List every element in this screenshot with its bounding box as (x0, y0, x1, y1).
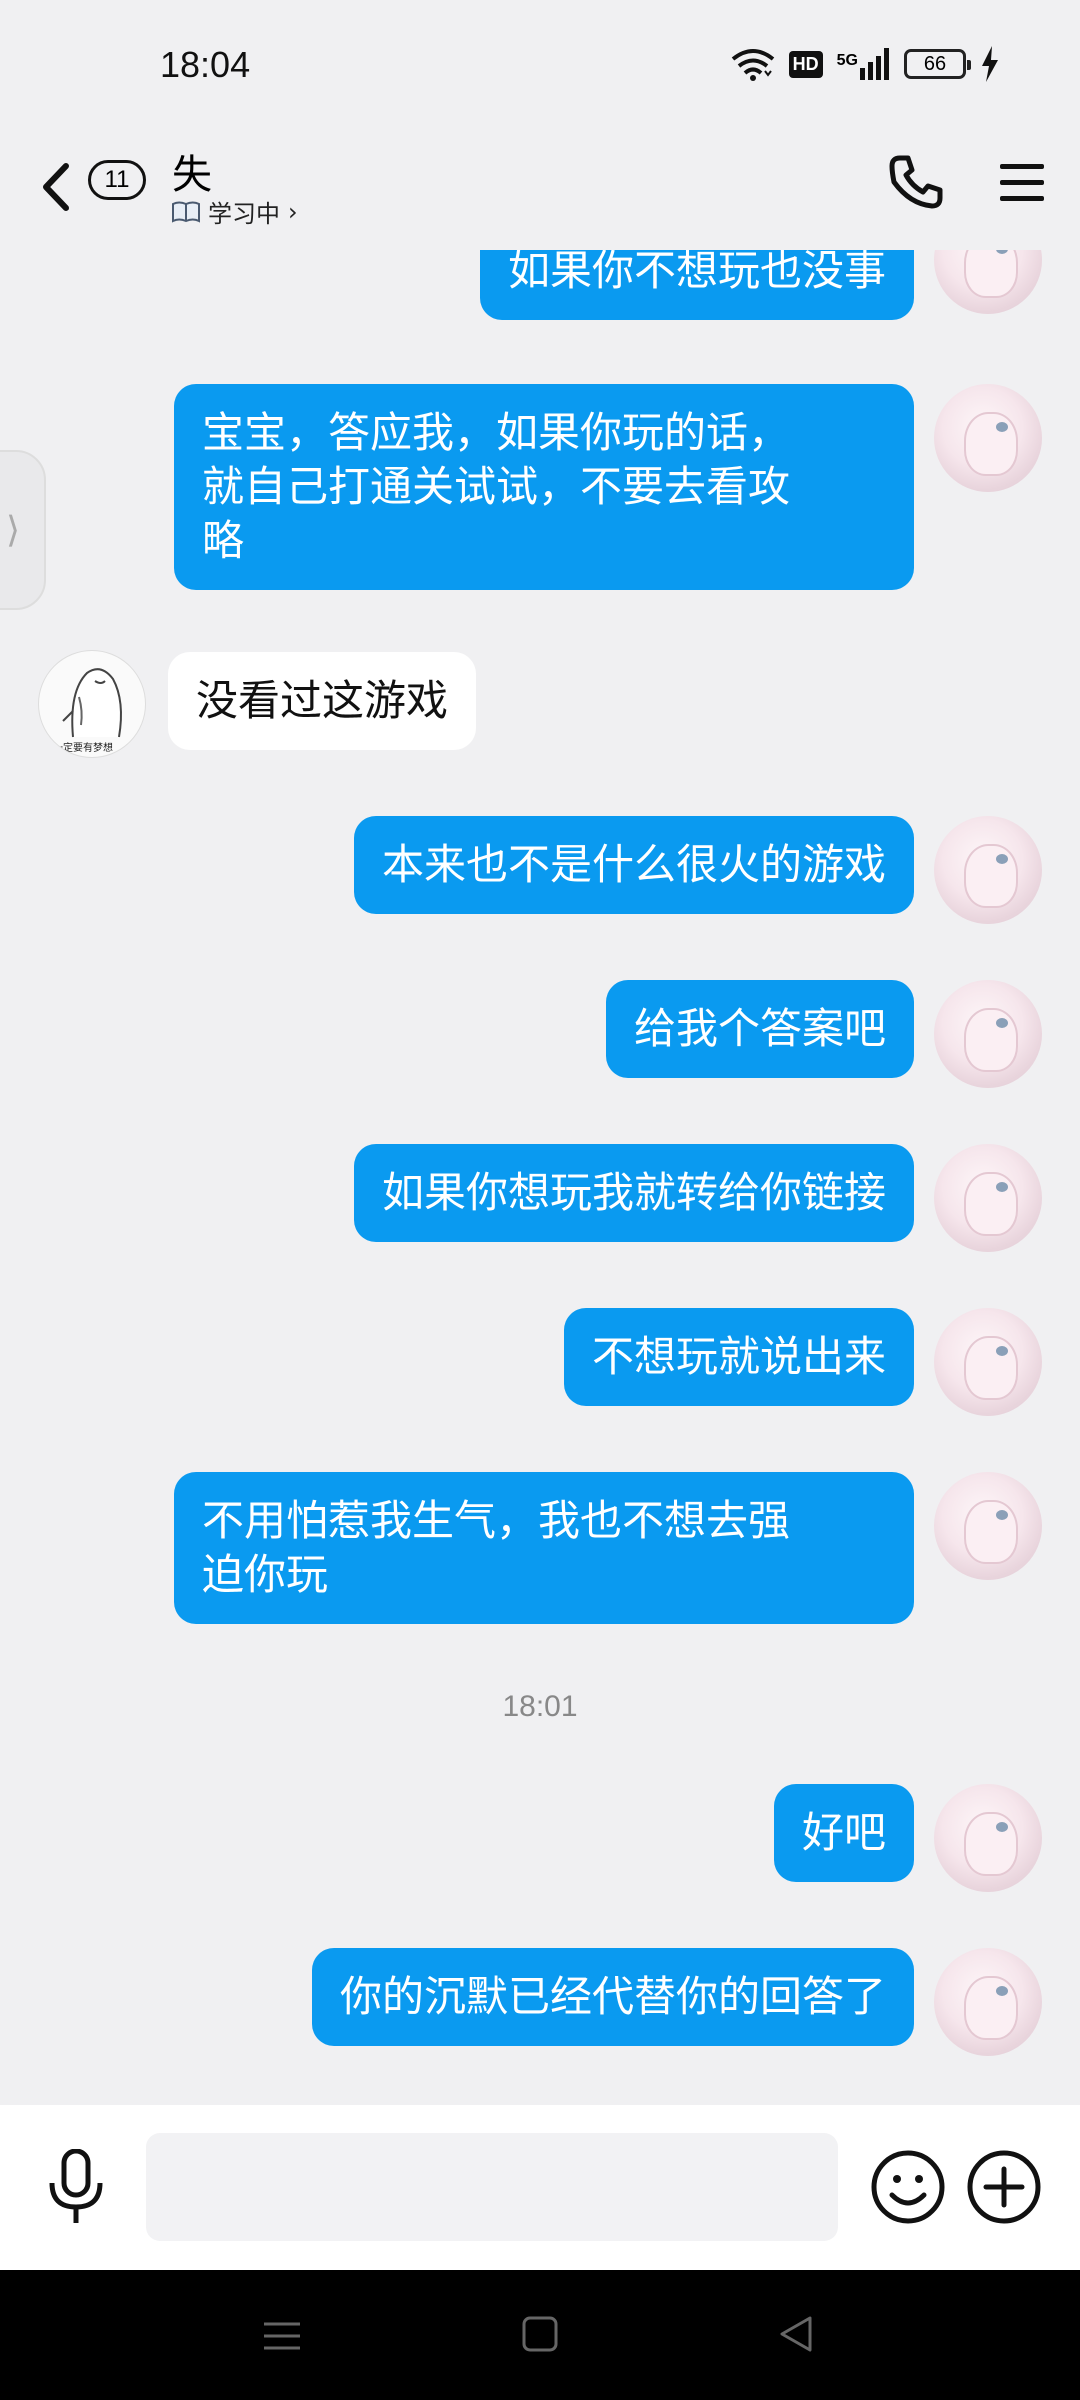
message-bubble-outgoing[interactable]: 如果你不想玩也没事 (479, 250, 914, 320)
phone-icon[interactable] (886, 152, 946, 212)
message-line: 不用怕惹我生气，我也不想去强 (202, 1496, 791, 1545)
network-type: 5G (836, 52, 858, 69)
hd-icon: HD (788, 50, 823, 78)
status-text: 学习中 (208, 200, 280, 228)
emoji-icon[interactable] (870, 2149, 946, 2225)
message-line: 迫你玩 (202, 1550, 329, 1599)
message-line: 就自己打通关试试，不要去看攻 (202, 462, 791, 511)
status-bar: 18:04 HD 5G 66 (0, 0, 1080, 130)
status-icons: HD 5G 66 (731, 44, 1000, 84)
my-avatar[interactable] (934, 980, 1042, 1088)
my-avatar[interactable] (934, 250, 1042, 314)
my-avatar[interactable] (934, 1308, 1042, 1416)
signal-icon: 5G (837, 48, 890, 80)
my-avatar[interactable] (934, 1144, 1042, 1252)
contact-status[interactable]: 学习中 › (172, 194, 298, 229)
message-bubble-outgoing[interactable]: 不想玩就说出来 (563, 1308, 914, 1406)
message-bubble-outgoing[interactable]: 不用怕惹我生气，我也不想去强 迫你玩 (174, 1472, 914, 1624)
status-time: 18:04 (160, 44, 251, 85)
chat-message-list[interactable]: ⟩ 如果你不想玩也没事 宝宝，答应我，如果你玩的话， 就自己打通关试试，不要去看… (0, 250, 1080, 2105)
avatar-caption: 一定要有梦想 (53, 743, 113, 754)
my-avatar[interactable] (934, 384, 1042, 492)
chat-header: 11 失 学习中 › (0, 130, 1080, 250)
my-avatar[interactable] (934, 1472, 1042, 1580)
message-bubble-outgoing[interactable]: 好吧 (773, 1784, 914, 1882)
message-line: 略 (202, 516, 245, 565)
wifi-icon (731, 49, 774, 81)
message-bubble-outgoing[interactable]: 宝宝，答应我，如果你玩的话， 就自己打通关试试，不要去看攻 略 (174, 384, 914, 590)
side-drawer-handle[interactable]: ⟩ (0, 450, 46, 610)
menu-icon[interactable] (998, 158, 1046, 206)
plus-icon[interactable] (966, 2149, 1042, 2225)
my-avatar[interactable] (934, 1784, 1042, 1892)
contact-avatar[interactable]: 一定要有梦想 (38, 650, 146, 758)
my-avatar[interactable] (934, 816, 1042, 924)
battery-icon: 66 (904, 49, 971, 79)
input-bar (0, 2105, 1080, 2270)
battery-level: 66 (923, 52, 947, 75)
message-bubble-outgoing[interactable]: 本来也不是什么很火的游戏 (353, 816, 914, 914)
microphone-icon[interactable] (44, 2149, 108, 2225)
status-chevron-icon: › (288, 197, 298, 226)
message-bubble-outgoing[interactable]: 如果你想玩我就转给你链接 (353, 1144, 914, 1242)
time-separator: 18:01 (502, 1690, 578, 1723)
back-triangle-icon[interactable] (776, 2314, 816, 2354)
charging-icon (982, 46, 998, 82)
back-arrow-icon[interactable] (36, 152, 76, 222)
message-input[interactable] (146, 2133, 838, 2241)
my-avatar[interactable] (934, 1948, 1042, 2056)
unread-count-badge[interactable]: 11 (88, 160, 146, 200)
message-bubble-outgoing[interactable]: 给我个答案吧 (605, 980, 914, 1078)
recent-apps-icon[interactable] (262, 2316, 302, 2356)
message-bubble-outgoing[interactable]: 你的沉默已经代替你的回答了 (311, 1948, 914, 2046)
message-line: 宝宝，答应我，如果你玩的话， (202, 408, 791, 457)
book-icon (172, 201, 200, 223)
message-bubble-incoming[interactable]: 没看过这游戏 (168, 652, 477, 750)
home-icon[interactable] (520, 2314, 560, 2354)
system-nav-bar (0, 2270, 1080, 2400)
contact-name[interactable]: 失 (172, 142, 212, 200)
